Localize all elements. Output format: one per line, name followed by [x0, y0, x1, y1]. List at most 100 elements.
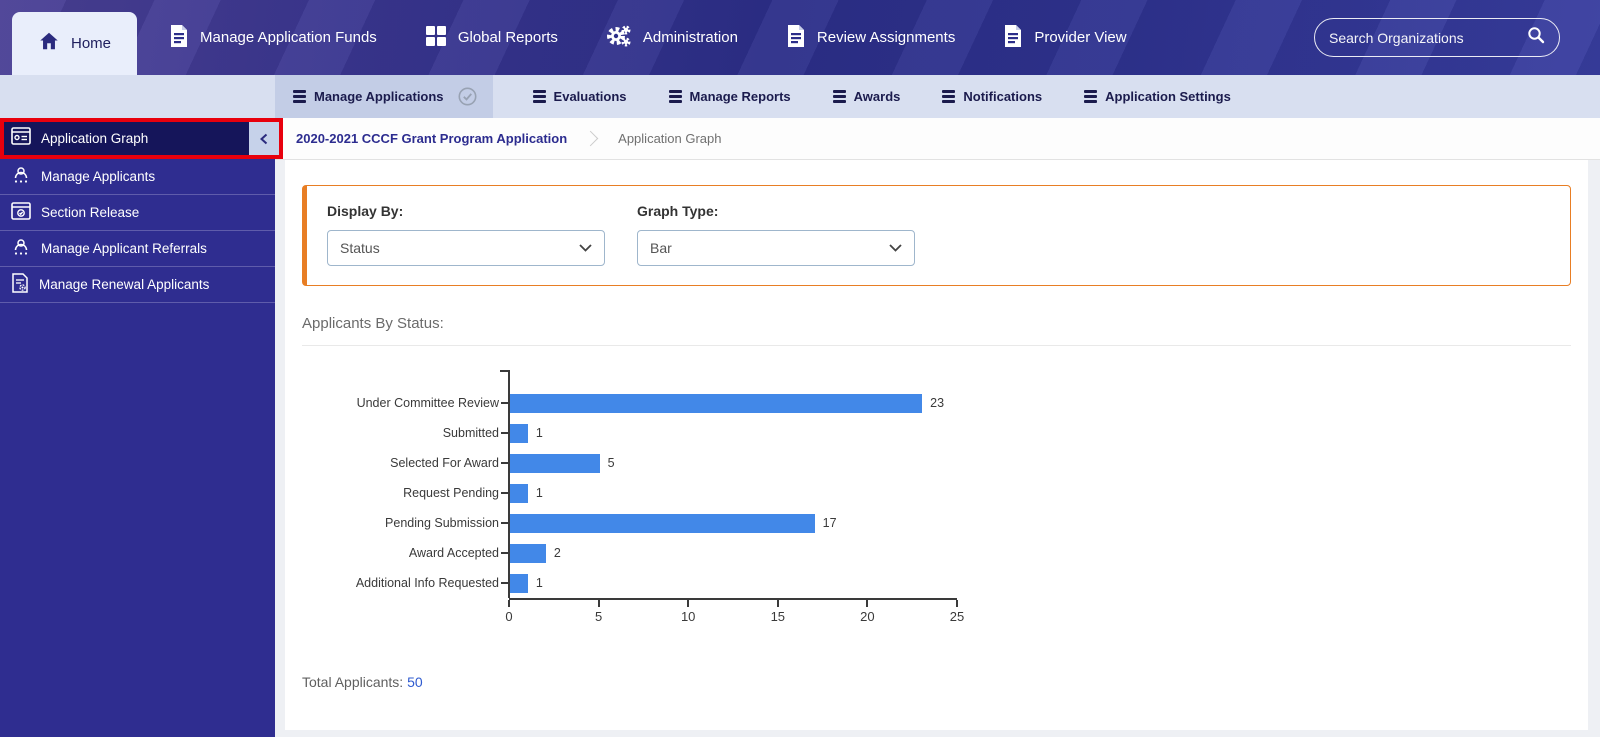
bar — [510, 423, 528, 443]
graph-type-label: Graph Type: — [637, 203, 719, 219]
chart-row: Pending Submission 17 — [332, 508, 1571, 538]
breadcrumb-current: Application Graph — [618, 131, 722, 146]
nav-item-manage-application-funds[interactable]: Manage Application Funds — [169, 24, 377, 52]
x-tick — [866, 600, 869, 607]
bar-wrap: 1 — [508, 568, 543, 598]
bar-value-label: 5 — [607, 456, 615, 470]
nav-item-label: Administration — [642, 29, 738, 46]
nav-item-provider-view[interactable]: Provider View — [1003, 24, 1127, 52]
y-tick — [501, 582, 508, 584]
x-tick — [687, 600, 690, 607]
sidebar-item-manage-applicants[interactable]: Manage Applicants — [0, 159, 275, 195]
category-label: Request Pending — [403, 486, 499, 500]
sidebar-item-manage-applicant-referrals[interactable]: Manage Applicant Referrals — [0, 231, 275, 267]
check-circle-icon — [458, 87, 477, 106]
home-icon — [38, 30, 60, 57]
bar-value-label: 23 — [930, 396, 945, 410]
nav-tab-home[interactable]: Home — [12, 12, 138, 75]
display-by-group: Display By: Status — [327, 203, 605, 285]
y-tick — [501, 492, 508, 494]
bar-wrap: 1 — [508, 478, 543, 508]
application-graph-icon — [11, 127, 31, 150]
bar-wrap: 23 — [508, 388, 944, 418]
document-icon — [1003, 24, 1023, 52]
category-label: Additional Info Requested — [355, 576, 499, 590]
x-tick-label: 0 — [505, 609, 513, 624]
chart-row: Under Committee Review 23 — [332, 388, 1571, 418]
subnav-tab-label: Awards — [853, 89, 901, 104]
x-tick-label: 5 — [594, 609, 603, 624]
subnav-tab-evaluations[interactable]: Evaluations — [532, 89, 627, 104]
bar-value-label: 17 — [822, 516, 837, 530]
sidebar-item-section-release[interactable]: Section Release — [0, 195, 275, 231]
nav-item-administration[interactable]: Administration — [606, 24, 738, 52]
nav-item-label: Manage Application Funds — [200, 29, 377, 46]
subnav-tab-label: Notifications — [963, 89, 1043, 104]
x-tick — [508, 600, 510, 607]
bar-wrap: 17 — [508, 508, 837, 538]
nav-item-review-assignments[interactable]: Review Assignments — [786, 24, 955, 52]
search-organizations-box — [1314, 18, 1560, 57]
nav-item-global-reports[interactable]: Global Reports — [425, 25, 558, 51]
total-applicants-value[interactable]: 50 — [407, 674, 423, 690]
sidebar-item-label: Manage Applicant Referrals — [41, 241, 207, 256]
menu-lines-icon — [1084, 90, 1098, 103]
nav-item-label: Provider View — [1034, 29, 1127, 46]
renewal-icon — [11, 273, 29, 296]
subnav-tab-label: Manage Reports — [689, 89, 791, 104]
sidebar-item-manage-renewal-applicants[interactable]: Manage Renewal Applicants — [0, 267, 275, 303]
display-by-select[interactable]: Status — [327, 230, 605, 266]
sidebar-item-label: Manage Applicants — [41, 169, 156, 184]
top-navigation: Home Manage Application Funds Global Rep… — [0, 0, 1600, 75]
sidebar-item-label: Manage Renewal Applicants — [39, 277, 210, 292]
bar — [510, 513, 815, 533]
subnav-tab-manage-reports[interactable]: Manage Reports — [668, 89, 791, 104]
total-applicants-line: Total Applicants: 50 — [302, 674, 1571, 690]
chart-y-axis — [508, 370, 510, 598]
graph-type-select[interactable]: Bar — [637, 230, 915, 266]
bar — [510, 453, 600, 473]
chart-y-axis-cap — [500, 370, 508, 372]
subnav-tab-awards[interactable]: Awards — [832, 89, 901, 104]
subnav-rest: Evaluations Manage Reports Awards Notifi… — [532, 75, 1231, 118]
nav-tab-home-label: Home — [71, 35, 112, 52]
display-by-value: Status — [340, 240, 380, 256]
menu-lines-icon — [293, 90, 306, 103]
main-content: Display By: Status Graph Type: Bar Appli… — [285, 160, 1588, 730]
bar — [510, 483, 528, 503]
x-tick-label: 10 — [680, 609, 696, 624]
section-release-icon — [11, 202, 31, 223]
menu-lines-icon — [942, 90, 956, 103]
subnav-tab-application-settings[interactable]: Application Settings — [1084, 89, 1231, 104]
x-tick-label: 20 — [860, 609, 875, 624]
total-applicants-label: Total Applicants: — [302, 674, 404, 690]
nav-item-label: Global Reports — [457, 29, 558, 46]
category-label: Submitted — [442, 426, 499, 440]
search-input[interactable] — [1329, 29, 1527, 46]
chevron-down-icon — [579, 244, 592, 252]
chevron-down-icon — [889, 244, 902, 252]
subnav-tab-manage-applications[interactable]: Manage Applications — [275, 75, 493, 118]
chart-row: Award Accepted 2 — [332, 538, 1571, 568]
category-label: Selected For Award — [390, 456, 499, 470]
x-tick — [956, 600, 958, 607]
bar-value-label: 1 — [535, 426, 543, 440]
x-tick-label: 15 — [770, 609, 786, 624]
chart-x-axis — [508, 598, 958, 607]
y-tick — [501, 522, 508, 524]
subnav-tab-notifications[interactable]: Notifications — [942, 89, 1042, 104]
sidebar-item-label: Section Release — [41, 205, 140, 220]
chart-title: Applicants By Status: — [302, 315, 444, 332]
applicants-icon — [11, 166, 31, 187]
sidebar-collapse-button[interactable] — [249, 122, 279, 155]
menu-lines-icon — [832, 90, 846, 103]
chart-row: Submitted 1 — [332, 418, 1571, 448]
nav-item-label: Review Assignments — [816, 29, 956, 46]
breadcrumb-parent-link[interactable]: 2020-2021 CCCF Grant Program Application — [296, 131, 567, 146]
sidebar-item-application-graph[interactable]: Application Graph — [0, 118, 283, 159]
bar-value-label: 1 — [535, 486, 543, 500]
x-tick — [776, 600, 779, 607]
left-sidebar: Application Graph Manage Applicants Sect… — [0, 118, 283, 737]
search-icon[interactable] — [1527, 26, 1545, 49]
bar — [510, 573, 528, 593]
